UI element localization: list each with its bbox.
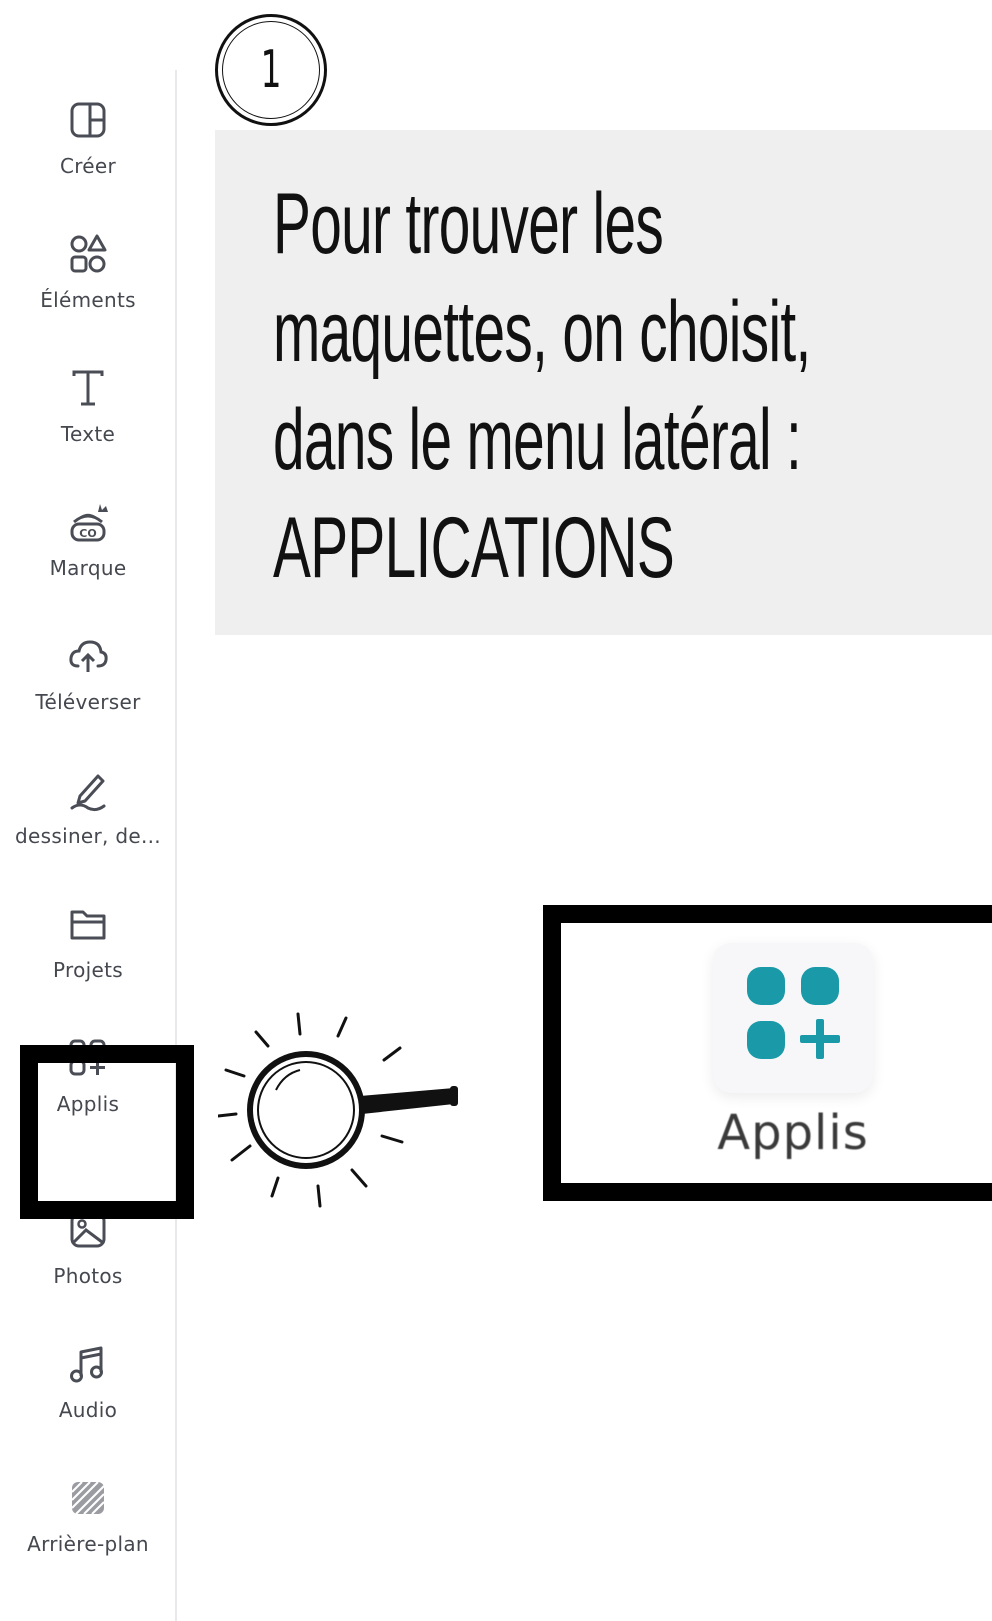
instruction-text: Pour trouver les maquettes, on choisit, … xyxy=(273,176,811,596)
music-icon xyxy=(66,1342,110,1386)
sidebar-item-text[interactable]: Texte xyxy=(0,338,176,468)
apps-zoom-label: Applis xyxy=(717,1105,869,1161)
sidebar-item-label: Photos xyxy=(53,1264,123,1288)
sidebar-item-label: Créer xyxy=(59,154,117,178)
sidebar-item-label: Texte xyxy=(60,422,116,446)
apps-zoom-callout: Applis xyxy=(543,905,992,1201)
sidebar-item-label: Téléverser xyxy=(35,690,141,714)
brand-icon: CO xyxy=(66,500,110,544)
sidebar-item-draw[interactable]: dessiner, de... xyxy=(0,740,176,870)
sidebar-item-brand[interactable]: CO Marque xyxy=(0,472,176,602)
sidebar-item-apps[interactable]: Applis xyxy=(0,1008,176,1138)
sidebar-item-elements[interactable]: Éléments xyxy=(0,204,176,334)
apps-icon xyxy=(66,1036,110,1080)
create-icon xyxy=(66,98,110,142)
photo-icon xyxy=(66,1208,110,1252)
svg-text:CO: CO xyxy=(79,527,96,540)
sidebar-item-label: Audio xyxy=(58,1398,118,1422)
sidebar-item-projects[interactable]: Projets xyxy=(0,874,176,1004)
sidebar-item-background[interactable]: Arrière-plan xyxy=(0,1448,176,1578)
folder-icon xyxy=(66,902,110,946)
instruction-box: Pour trouver les maquettes, on choisit, … xyxy=(215,130,992,635)
sidebar-item-label: Applis xyxy=(56,1092,120,1116)
step-number-badge: 1 xyxy=(215,14,327,126)
sidebar-item-audio[interactable]: Audio xyxy=(0,1314,176,1444)
magnifier-icon xyxy=(218,1012,458,1208)
sidebar-item-upload[interactable]: Téléverser xyxy=(0,606,176,736)
upload-icon xyxy=(66,634,110,678)
elements-icon xyxy=(66,232,110,276)
step-number: 1 xyxy=(260,40,282,100)
text-icon xyxy=(66,366,110,410)
background-icon xyxy=(66,1476,110,1520)
side-navigation: Créer Éléments Texte CO Marque Téléverse… xyxy=(0,70,178,1621)
apps-icon xyxy=(747,967,840,1059)
sidebar-item-label: dessiner, de... xyxy=(15,824,161,848)
sidebar-item-photos[interactable]: Photos xyxy=(0,1180,176,1310)
sidebar-item-create[interactable]: Créer xyxy=(0,70,176,200)
sidebar-item-label: Projets xyxy=(53,958,123,982)
sidebar-item-label: Arrière-plan xyxy=(27,1532,149,1556)
sidebar-item-label: Éléments xyxy=(40,288,136,312)
apps-zoom-tile[interactable] xyxy=(713,943,873,1093)
draw-icon xyxy=(66,768,110,812)
sidebar-item-label: Marque xyxy=(49,556,127,580)
